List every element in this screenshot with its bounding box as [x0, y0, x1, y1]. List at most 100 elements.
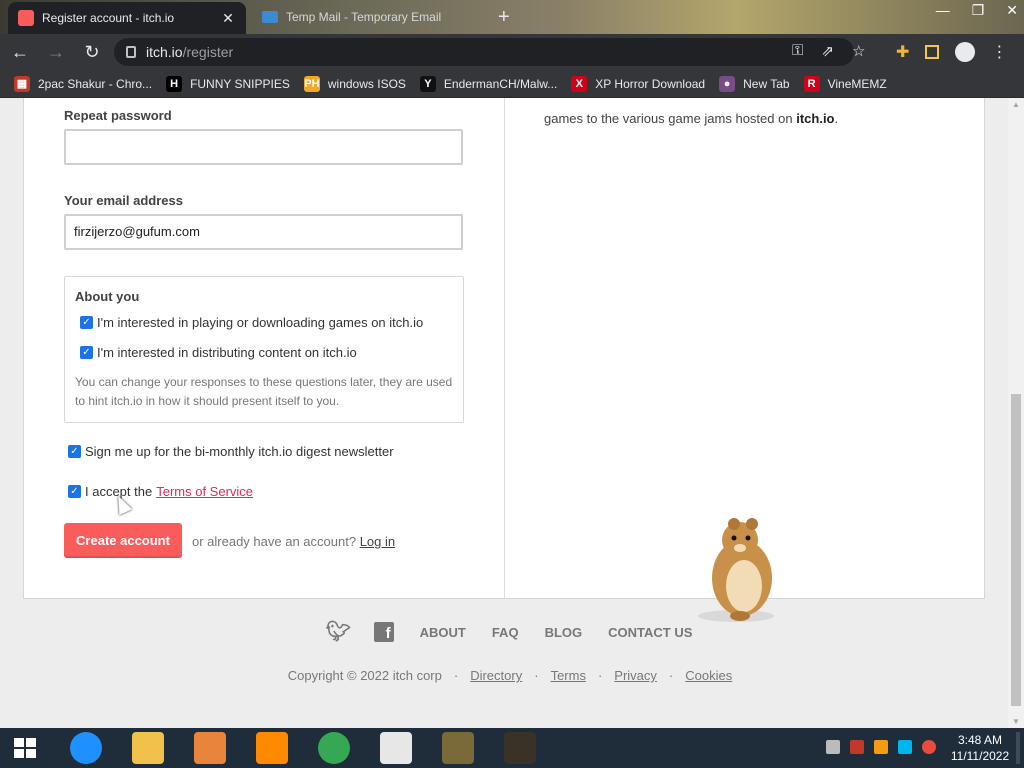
itchio-favicon-icon	[18, 10, 34, 26]
tray-search-icon[interactable]	[874, 740, 888, 754]
taskbar-clock[interactable]: 3:48 AM 11/11/2022	[940, 732, 1020, 764]
page-scrollbar[interactable]: ▲ ▼	[1008, 98, 1024, 728]
back-arrow-icon[interactable]: ←	[4, 36, 36, 68]
side-text-suffix: .	[834, 111, 839, 126]
log-in-link[interactable]: Log in	[360, 534, 395, 549]
tab-close-icon[interactable]: ✕	[220, 10, 236, 27]
bookmark-item[interactable]: R VineMEMZ	[803, 75, 887, 92]
checkbox-checked-icon[interactable]: ✓	[80, 346, 93, 359]
file-explorer-icon[interactable]	[132, 732, 164, 764]
scroll-up-icon[interactable]: ▲	[1012, 100, 1020, 109]
key-icon[interactable]: ⚿	[792, 42, 803, 60]
tray-shield-icon[interactable]	[850, 740, 864, 754]
show-desktop-button[interactable]	[1016, 732, 1020, 764]
tab-register-account[interactable]: Register account - itch.io ✕	[8, 2, 246, 34]
system-tray	[826, 740, 936, 754]
share-icon[interactable]: ⇗	[821, 42, 834, 60]
forward-arrow-icon[interactable]: →	[40, 36, 72, 68]
bookmark-label: 2pac Shakur - Chro...	[38, 76, 153, 91]
page-viewport: Repeat password Your email address firzi…	[0, 98, 1008, 728]
tab-title: Temp Mail - Temporary Email	[286, 10, 442, 24]
login-prompt: or already have an account? Log in	[192, 534, 395, 549]
interest-play-label: I'm interested in playing or downloading…	[97, 315, 424, 330]
chrome-icon[interactable]	[318, 732, 350, 764]
bookmark-favicon-icon: H	[166, 75, 183, 92]
footer-about-link[interactable]: ABOUT	[420, 625, 466, 640]
scroll-down-icon[interactable]: ▼	[1012, 717, 1020, 726]
footer-copyright: Copyright © 2022 itch corp · Directory ·…	[0, 668, 1008, 683]
terms-link[interactable]: Terms	[551, 668, 586, 683]
interest-distribute-label: I'm interested in distributing content o…	[97, 345, 357, 360]
directory-link[interactable]: Directory	[470, 668, 522, 683]
email-input[interactable]: firzijerzo@gufum.com	[64, 214, 463, 250]
footer-nav: 🐦︎ f ABOUT FAQ BLOG CONTACT US	[0, 622, 1008, 642]
bookmark-favicon-icon: Y	[419, 75, 436, 92]
interest-play-row[interactable]: ✓ I'm interested in playing or downloadi…	[80, 315, 423, 330]
document-app-icon[interactable]	[380, 732, 412, 764]
hamster-mascot-image	[698, 518, 774, 622]
about-you-title: About you	[75, 289, 140, 304]
bookmark-favicon-icon: X	[571, 75, 588, 92]
uc-browser-icon[interactable]	[256, 732, 288, 764]
tab-temp-mail[interactable]: Temp Mail - Temporary Email	[256, 2, 486, 32]
lock-icon	[126, 46, 136, 58]
cookies-link[interactable]: Cookies	[685, 668, 732, 683]
bookmark-label: EndermanCH/Malw...	[443, 76, 558, 91]
bookmark-favicon-icon: R	[803, 75, 820, 92]
bookmark-label: New Tab	[743, 76, 790, 91]
footer-contact-link[interactable]: CONTACT US	[608, 625, 692, 640]
about-you-hint: You can change your responses to these q…	[75, 375, 453, 408]
bookmark-item[interactable]: ● New Tab	[719, 75, 790, 92]
extensions-puzzle-icon[interactable]: ✚	[896, 42, 909, 62]
browser-toolbar: ← → ↻ itch.io/register ⚿ ⇗ ☆ ✚ ⋮	[0, 34, 1024, 70]
bookmark-item[interactable]: Y EndermanCH/Malw...	[419, 75, 558, 92]
footer-faq-link[interactable]: FAQ	[492, 625, 519, 640]
clock-time: 3:48 AM	[957, 733, 1003, 747]
profile-avatar-icon[interactable]	[955, 42, 976, 62]
twitter-icon[interactable]: 🐦︎	[326, 622, 351, 642]
scrollbar-thumb[interactable]	[1011, 394, 1021, 706]
bookmark-favicon-icon: PH	[303, 75, 320, 92]
new-tab-icon[interactable]: +	[498, 6, 510, 29]
minimize-icon[interactable]: —	[936, 2, 950, 19]
separator: ·	[534, 668, 539, 683]
separator: ·	[453, 668, 459, 683]
column-divider	[504, 98, 505, 598]
checkbox-checked-icon[interactable]: ✓	[68, 445, 81, 458]
more-menu-icon[interactable]: ⋮	[991, 42, 1007, 62]
address-bar[interactable]: itch.io/register	[114, 38, 854, 66]
tray-volume-icon[interactable]	[922, 740, 936, 754]
email-label: Your email address	[64, 193, 183, 208]
terms-of-service-link[interactable]: Terms of Service	[156, 484, 253, 499]
bookmark-item[interactable]: PH windows ISOS	[303, 75, 406, 92]
close-window-icon[interactable]: ✕	[1006, 2, 1018, 19]
newsletter-row[interactable]: ✓ Sign me up for the bi-monthly itch.io …	[68, 444, 394, 459]
side-panel-icon[interactable]	[925, 45, 940, 59]
reload-icon[interactable]: ↻	[76, 36, 108, 68]
internet-explorer-icon[interactable]	[70, 732, 102, 764]
bookmark-label: XP Horror Download	[595, 76, 706, 91]
star-icon[interactable]: ☆	[852, 42, 865, 60]
facebook-icon[interactable]: f	[373, 622, 394, 642]
checkbox-checked-icon[interactable]: ✓	[68, 485, 81, 498]
bookmark-item[interactable]: X XP Horror Download	[571, 75, 706, 92]
repeat-password-input[interactable]	[64, 129, 463, 165]
checkbox-checked-icon[interactable]: ✓	[80, 316, 93, 329]
lantern-app-icon[interactable]	[504, 732, 536, 764]
privacy-link[interactable]: Privacy	[614, 668, 657, 683]
create-account-button[interactable]: Create account	[64, 523, 182, 558]
tray-monitor-icon[interactable]	[898, 740, 912, 754]
windows-taskbar: 3:48 AM 11/11/2022	[0, 728, 1024, 768]
interest-distribute-row[interactable]: ✓ I'm interested in distributing content…	[80, 345, 357, 360]
mail-favicon-icon	[262, 11, 278, 23]
bookmark-item[interactable]: H FUNNY SNIPPIES	[166, 75, 290, 92]
bookmark-item[interactable]: ▦ 2pac Shakur - Chro...	[14, 75, 153, 92]
footer-blog-link[interactable]: BLOG	[545, 625, 583, 640]
accept-tos-row[interactable]: ✓ I accept the Terms of Service	[68, 484, 253, 499]
side-text: games to the various game jams hosted on	[544, 111, 793, 126]
windows-start-icon[interactable]	[14, 738, 36, 758]
tray-app-icon[interactable]	[826, 740, 840, 754]
box-app-icon[interactable]	[442, 732, 474, 764]
maximize-icon[interactable]: ❐	[972, 2, 985, 19]
media-player-icon[interactable]	[194, 732, 226, 764]
